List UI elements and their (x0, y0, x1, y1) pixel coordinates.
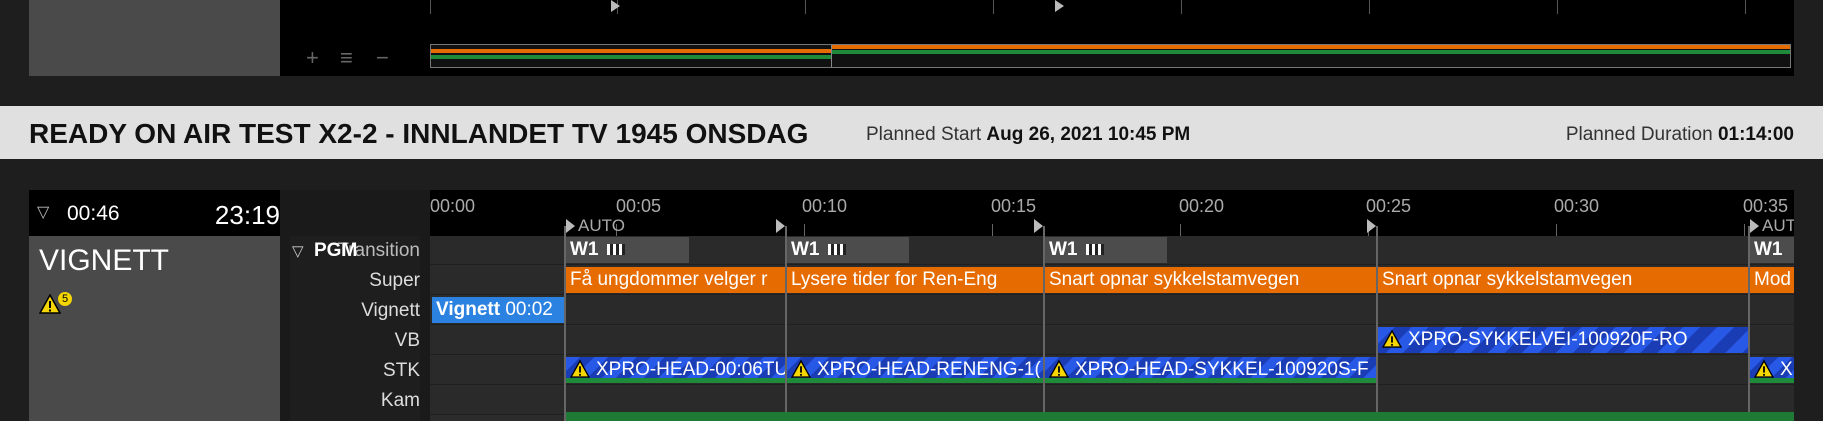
transition-piece[interactable]: W1 (1045, 237, 1167, 263)
transition-piece[interactable]: W1 (566, 237, 689, 263)
warning-icon (1754, 360, 1774, 378)
segment-time: 23:19 (214, 200, 280, 230)
layer-label-super: Super (369, 270, 420, 291)
transition-piece[interactable]: W1 (787, 237, 909, 263)
kam-piece[interactable] (566, 412, 1794, 421)
warning-count-badge: 5 (58, 292, 72, 306)
planned-start-value: Aug 26, 2021 10:45 PM (986, 124, 1191, 145)
source-layer-labels: ▽ Transition PGM Super Vignett VB STK Ka… (290, 236, 420, 421)
vignett-piece[interactable]: Vignett 00:02 (432, 297, 564, 323)
stk-piece[interactable]: XPRO-HEAD-RENENG-1( (787, 357, 1043, 383)
segment-overview-timeline[interactable] (430, 44, 1791, 68)
super-piece[interactable]: Snart opnar sykkelstamvegen (1378, 267, 1748, 293)
previous-segment-info (29, 0, 280, 76)
zoom-out-button[interactable]: − (376, 45, 389, 71)
zoom-toolbar: + ≡ − (306, 45, 406, 71)
layer-label-stk: STK (383, 360, 420, 381)
part-marker-icon (1367, 219, 1376, 233)
part-marker-icon (1034, 219, 1043, 233)
part-marker-icon (566, 219, 575, 233)
ruler-label: 00:10 (802, 196, 848, 216)
planned-duration: Planned Duration 01:14:00 (1566, 124, 1794, 146)
part-marker-icon (1750, 219, 1759, 233)
output-layer-label: PGM (314, 240, 358, 261)
planned-start-label: Planned Start (866, 124, 982, 145)
wipe-thumbnail-icon (827, 244, 846, 256)
warning-icon (1382, 330, 1402, 348)
ruler-label: 00:05 (616, 196, 662, 216)
layer-label-vb: VB (394, 330, 420, 351)
part-marker-icon (611, 0, 620, 12)
transition-piece[interactable]: W1 (1750, 237, 1794, 263)
super-piece[interactable]: Snart opnar sykkelstamvegen (1045, 267, 1376, 293)
ruler-label: 00:25 (1366, 196, 1412, 216)
ruler-label: 00:20 (1179, 196, 1225, 216)
stk-piece[interactable]: XPRO-HEAD-00:06TU (566, 357, 785, 383)
collapse-output-icon[interactable]: ▽ (292, 242, 304, 260)
ruler-label: 00:30 (1554, 196, 1600, 216)
segment-name: VIGNETT (39, 244, 170, 277)
layer-label-kam: Kam (380, 390, 420, 411)
lane-vignett (430, 296, 1794, 325)
timeline-ruler: 00:00 00:05 00:10 00:15 00:20 00:25 00:3… (430, 190, 1794, 236)
layer-label-vignett: Vignett (361, 300, 420, 321)
rundown-header: READY ON AIR TEST X2-2 - INNLANDET TV 19… (0, 106, 1823, 159)
ruler-label: 00:35 (1743, 196, 1789, 216)
wipe-thumbnail-icon (1085, 244, 1104, 256)
zoom-in-button[interactable]: + (306, 45, 319, 71)
stk-piece[interactable]: XPRO-HEAD-SYKKEL-100920S-F (1045, 357, 1376, 383)
auto-next-label: AUTO (578, 216, 625, 235)
collapse-icon[interactable]: ▽ (37, 202, 49, 222)
planned-start: Planned Start Aug 26, 2021 10:45 PM (866, 124, 1190, 146)
planned-duration-label: Planned Duration (1565, 124, 1713, 145)
segment-timeline[interactable]: 00:00 00:05 00:10 00:15 00:20 00:25 00:3… (430, 190, 1794, 421)
planned-duration-value: 01:14:00 (1717, 124, 1794, 145)
part-marker-icon (1055, 0, 1064, 12)
warning-icon (570, 360, 590, 378)
stk-piece[interactable]: X (1750, 357, 1794, 383)
vb-piece[interactable]: XPRO-SYKKELVEI-100920F-RO (1378, 327, 1748, 353)
warning-icon (1049, 360, 1069, 378)
ruler-label: 00:00 (430, 196, 476, 216)
super-piece[interactable]: Lysere tider for Ren-Eng (787, 267, 1043, 293)
segment-duration: 00:46 (67, 202, 120, 225)
lane-kam (430, 386, 1794, 415)
part-marker-icon (776, 219, 785, 233)
segment-info-header: ▽ 00:46 23:19 (29, 190, 280, 236)
super-piece[interactable]: Få ungdommer velger r (566, 267, 785, 293)
rundown-title: READY ON AIR TEST X2-2 - INNLANDET TV 19… (29, 118, 809, 149)
auto-next-label: AUTO (1762, 216, 1794, 235)
segment-info-panel[interactable]: ▽ 00:46 23:19 VIGNETT 5 (29, 190, 280, 421)
zoom-fit-button[interactable]: ≡ (340, 45, 353, 71)
warning-icon (791, 360, 811, 378)
wipe-thumbnail-icon (606, 244, 625, 256)
ruler-label: 00:15 (991, 196, 1037, 216)
super-piece[interactable]: Mod (1750, 267, 1794, 293)
